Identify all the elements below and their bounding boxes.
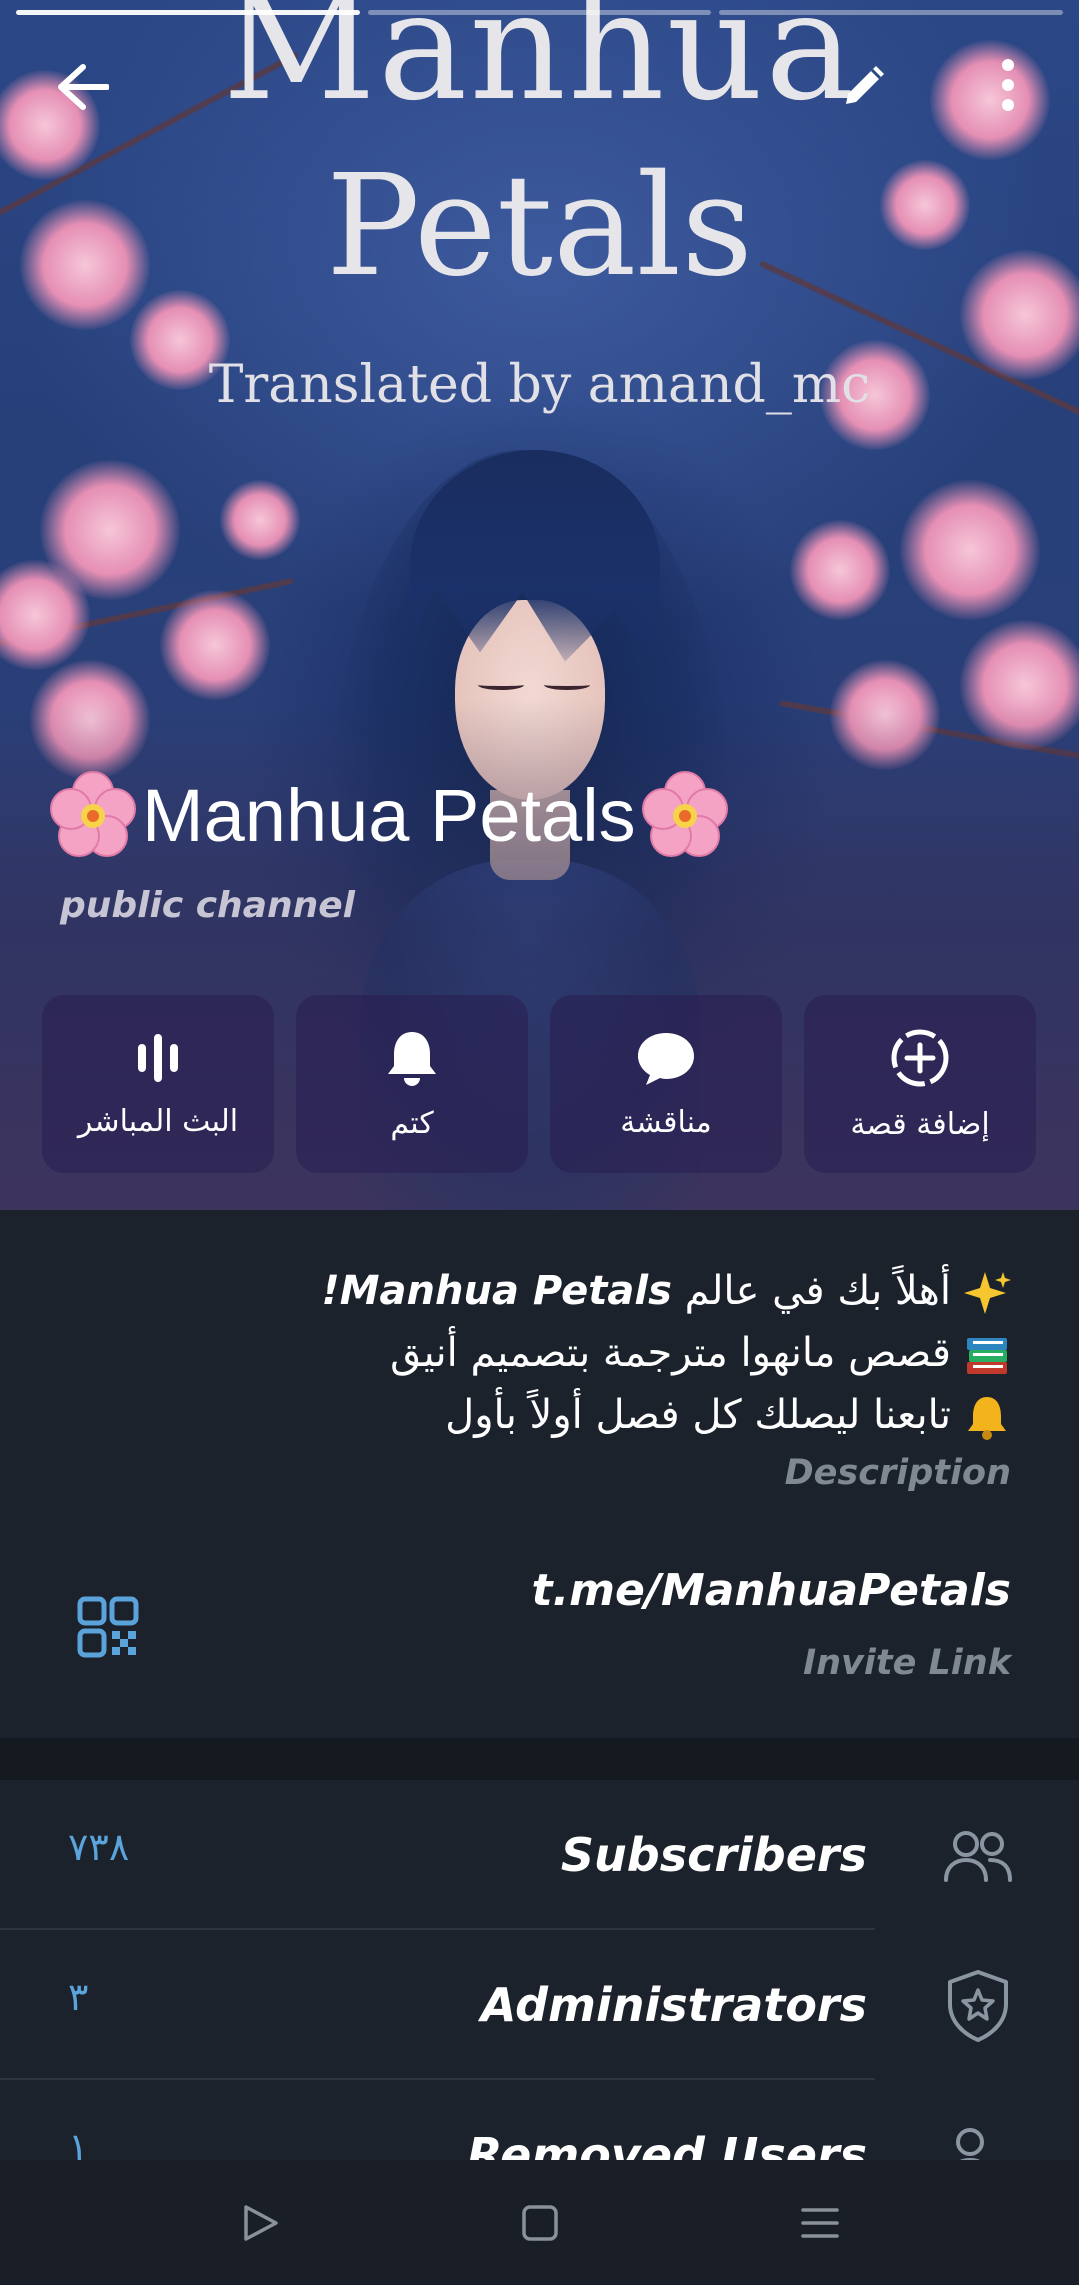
removed-users-row[interactable]: Removed Users ١	[0, 2080, 1079, 2160]
section-divider	[0, 1738, 1079, 1780]
live-stream-label: البث المباشر	[77, 1103, 239, 1139]
cover-subtitle: Translated by amand_mc	[208, 355, 871, 415]
channel-action-bar: البث المباشر كتم مناقشة إضافة قصة	[42, 995, 1036, 1173]
channel-description[interactable]: أهلاً بك في عالم Manhua Petals! قصص مانه…	[211, 1260, 1011, 1446]
subscribers-row[interactable]: Subscribers ٧٣٨	[0, 1780, 1079, 1930]
description-line: تابعنا ليصلك كل فصل أولاً بأول	[211, 1384, 1011, 1446]
removed-users-label: Removed Users	[467, 2128, 867, 2160]
add-story-label: إضافة قصة	[850, 1106, 990, 1142]
subscribers-count: ٧٣٨	[68, 1825, 130, 1869]
system-navigation-bar	[0, 2160, 1079, 2285]
qr-code-icon[interactable]	[76, 1595, 140, 1659]
channel-type-label: public channel	[60, 885, 355, 926]
square-home-icon	[521, 2204, 558, 2241]
edit-button[interactable]	[830, 50, 900, 120]
discussion-label: مناقشة	[620, 1104, 712, 1140]
add-story-icon	[891, 1029, 949, 1086]
sparkles-icon	[964, 1272, 1011, 1314]
vertical-dots-icon	[1002, 59, 1014, 111]
story-segment	[16, 10, 360, 15]
triangle-back-icon	[243, 2204, 278, 2241]
description-bold-name: Manhua Petals	[339, 1268, 672, 1314]
invite-link[interactable]: t.me/ManhuaPetals	[531, 1565, 1011, 1616]
description-line: أهلاً بك في عالم Manhua Petals!	[211, 1260, 1011, 1322]
shield-star-icon	[948, 1970, 1008, 2042]
arrow-left-icon	[58, 64, 109, 110]
cover-title-line-2: Petals	[325, 145, 754, 308]
person-removed-icon	[956, 2128, 984, 2160]
nav-recents-button[interactable]	[790, 2193, 850, 2253]
mute-label: كتم	[390, 1105, 434, 1141]
nav-back-button[interactable]	[230, 2193, 290, 2253]
description-line: قصص مانهوا مترجمة بتصميم أنيق	[211, 1322, 1011, 1384]
removed-users-count: ١	[68, 2125, 89, 2160]
discussion-button[interactable]: مناقشة	[550, 995, 782, 1173]
books-icon	[967, 1338, 1007, 1374]
channel-stats-list: Subscribers ٧٣٨ Administrators ٣ Removed…	[0, 1780, 1079, 2160]
channel-title: Manhua Petals	[48, 770, 730, 860]
more-options-button[interactable]	[990, 50, 1026, 120]
story-progress-bar	[16, 10, 1064, 15]
cherry-blossom-icon	[50, 771, 136, 857]
chat-bubble-icon	[638, 1032, 694, 1085]
administrators-label: Administrators	[480, 1978, 867, 2032]
three-lines-icon	[800, 2207, 839, 2238]
bell-icon	[388, 1031, 436, 1086]
subscribers-label: Subscribers	[560, 1828, 867, 1882]
people-icon	[944, 1831, 1012, 1882]
administrators-count: ٣	[68, 1975, 89, 2019]
invite-link-caption: Invite Link	[803, 1643, 1011, 1683]
channel-name-text: Manhua Petals	[142, 773, 636, 857]
channel-cover-image: Manhua Petals Translated by amand_mc Man…	[0, 0, 1079, 1210]
nav-home-button[interactable]	[510, 2193, 570, 2253]
live-stream-button[interactable]: البث المباشر	[42, 995, 274, 1173]
cherry-blossom-icon	[641, 771, 728, 857]
cover-title-line-1: Manhua	[222, 0, 857, 134]
live-stream-icon	[138, 1033, 178, 1082]
story-segment	[367, 10, 712, 15]
add-story-button[interactable]: إضافة قصة	[804, 995, 1036, 1173]
mute-button[interactable]: كتم	[296, 995, 528, 1173]
bell-icon	[968, 1397, 1006, 1440]
channel-info-section: أهلاً بك في عالم Manhua Petals! قصص مانه…	[0, 1210, 1079, 1778]
pencil-icon	[846, 66, 884, 104]
administrators-row[interactable]: Administrators ٣	[0, 1930, 1079, 2080]
back-button[interactable]	[48, 52, 118, 122]
description-caption: Description	[784, 1453, 1011, 1493]
story-segment	[719, 10, 1064, 15]
